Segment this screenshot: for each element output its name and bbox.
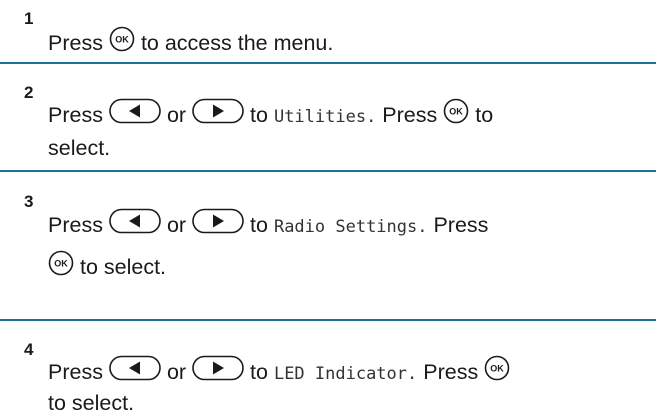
svg-text:OK: OK bbox=[450, 107, 464, 117]
menu-item-name: Utilities. bbox=[273, 107, 377, 128]
step-word: or bbox=[166, 213, 187, 238]
step-word: to bbox=[250, 360, 268, 385]
step-word: or bbox=[166, 103, 187, 128]
step-3: 3 Press or to Radio Settings. Press OK t… bbox=[0, 172, 656, 296]
step-word: to bbox=[250, 103, 268, 128]
step-text-continued: OK to select. bbox=[48, 250, 648, 285]
step-number: 2 bbox=[24, 83, 34, 102]
ok-button-icon: OK bbox=[48, 250, 74, 283]
step-text: Press or to Radio Settings. Press bbox=[48, 208, 648, 243]
step-word: or bbox=[166, 360, 187, 385]
ok-button-icon: OK bbox=[109, 26, 135, 59]
step-number: 1 bbox=[24, 9, 34, 28]
right-arrow-button-icon bbox=[192, 208, 244, 241]
step-word: Press bbox=[48, 103, 103, 128]
step-1: 1 Press OK to access the menu. bbox=[0, 0, 656, 62]
step-word: Press bbox=[48, 360, 103, 385]
svg-text:OK: OK bbox=[490, 364, 504, 374]
right-arrow-button-icon bbox=[192, 98, 244, 131]
step-4: 4 Press or to LED Indicator. Press OK to… bbox=[0, 321, 656, 418]
step-word: Press bbox=[48, 213, 103, 238]
svg-text:OK: OK bbox=[115, 35, 129, 45]
step-word: Press bbox=[48, 31, 103, 56]
step-text-continued: select. bbox=[48, 136, 111, 160]
step-text: Press OK to access the menu. bbox=[48, 26, 648, 61]
step-word: Press bbox=[382, 103, 438, 128]
step-number: 3 bbox=[24, 192, 34, 211]
ok-button-icon: OK bbox=[484, 355, 510, 388]
ok-button-icon: OK bbox=[443, 98, 469, 131]
step-2: 2 Press or to Utilities. Press OK to sel… bbox=[0, 64, 656, 170]
step-word: to bbox=[250, 213, 268, 238]
menu-item-name: Radio Settings. bbox=[273, 217, 428, 238]
menu-item-name: LED Indicator. bbox=[273, 364, 418, 385]
step-word: to bbox=[475, 103, 494, 128]
right-arrow-button-icon bbox=[192, 355, 244, 388]
svg-text:OK: OK bbox=[54, 259, 68, 269]
step-word: Press bbox=[433, 213, 489, 238]
step-word: to access the menu. bbox=[140, 31, 334, 56]
left-arrow-button-icon bbox=[109, 208, 161, 241]
left-arrow-button-icon bbox=[109, 98, 161, 131]
step-number: 4 bbox=[24, 340, 34, 359]
left-arrow-button-icon bbox=[109, 355, 161, 388]
step-text: Press or to Utilities. Press OK to bbox=[48, 98, 648, 133]
step-word: to select. bbox=[79, 255, 167, 280]
step-text: Press or to LED Indicator. Press OK bbox=[48, 355, 648, 390]
step-text-continued: to select. bbox=[48, 391, 135, 415]
step-word: Press bbox=[423, 360, 479, 385]
